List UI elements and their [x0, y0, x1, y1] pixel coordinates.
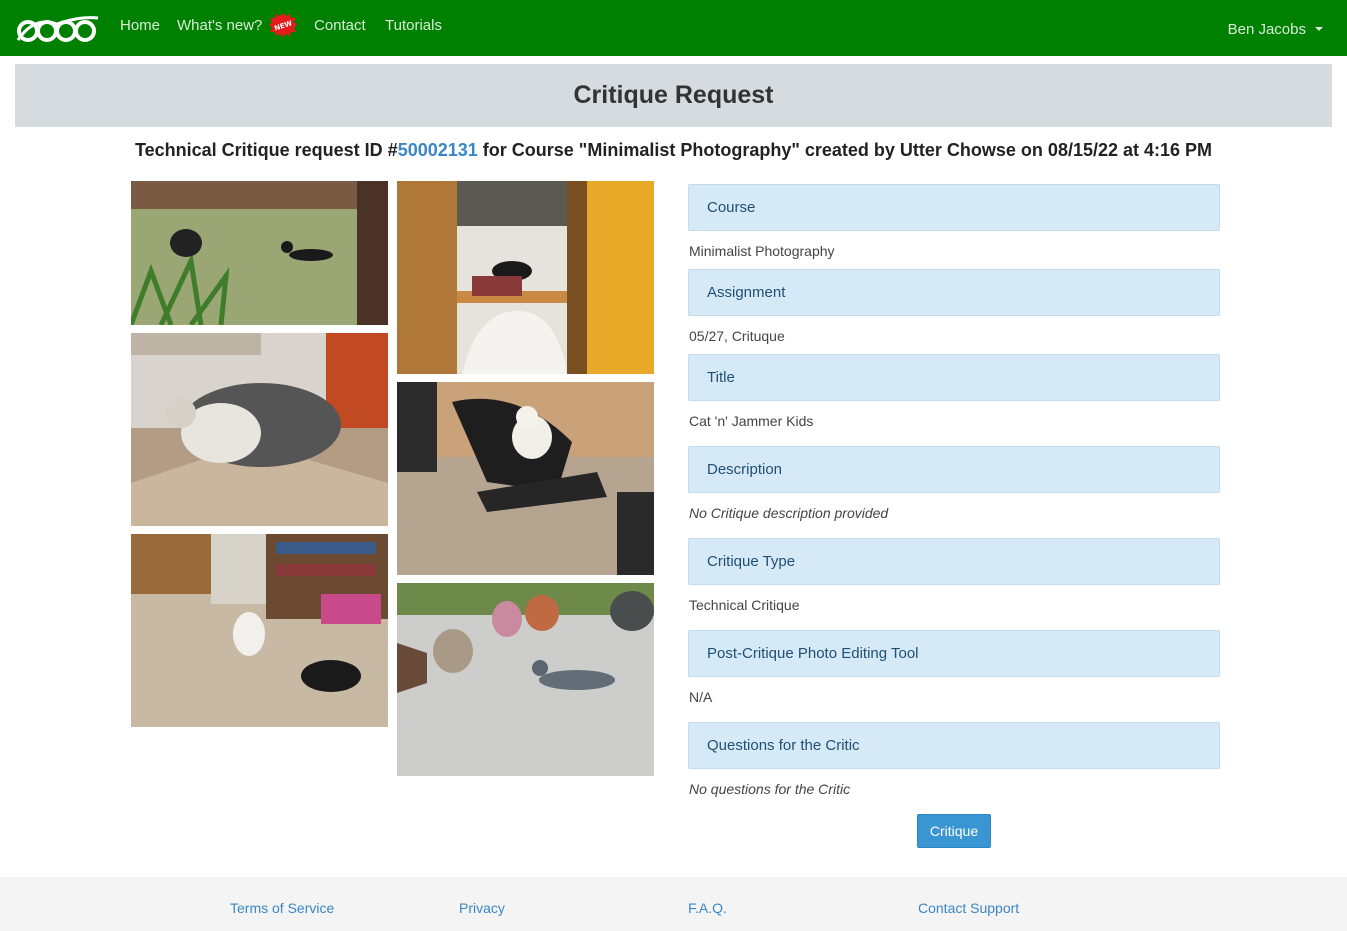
course-panel-heading: Course [688, 184, 1220, 231]
description-panel-heading: Description [688, 446, 1220, 493]
assignment-panel-heading: Assignment [688, 269, 1220, 316]
request-summary-prefix: Technical Critique request ID # [134, 140, 398, 160]
critique-button[interactable]: Critique [917, 814, 991, 848]
questions-value: No questions for the Critic [689, 781, 851, 797]
page-header-banner: Critique Request [15, 64, 1332, 127]
request-summary-suffix: for Course "Minimalist Photography" crea… [477, 140, 1213, 160]
nav-tutorials-link[interactable]: Tutorials [385, 17, 442, 34]
footer-privacy-link[interactable]: Privacy [459, 900, 505, 916]
editing-tool-panel-heading: Post-Critique Photo Editing Tool [688, 630, 1220, 677]
nav-contact-link[interactable]: Contact [314, 17, 366, 34]
caret-down-icon [1315, 27, 1323, 31]
request-summary: Technical Critique request ID #50002131 … [0, 140, 1347, 161]
top-navbar: Home What's new? NEW Contact Tutorials B… [0, 0, 1347, 56]
page-title: Critique Request [573, 81, 774, 109]
title-value: Cat 'n' Jammer Kids [689, 413, 814, 429]
page-footer: Terms of Service Privacy F.A.Q. Contact … [0, 877, 1347, 931]
assignment-value: 05/27, Crituque [689, 328, 785, 344]
editing-tool-value: N/A [689, 689, 713, 705]
critique-type-value: Technical Critique [689, 597, 800, 613]
new-badge-icon: NEW [269, 13, 297, 37]
footer-contact-support-link[interactable]: Contact Support [918, 900, 1019, 916]
critique-type-panel-heading: Critique Type [688, 538, 1220, 585]
request-id-link[interactable]: 50002131 [398, 140, 478, 160]
photo-cat-on-patio[interactable] [397, 583, 654, 776]
photo-cats-on-carpet[interactable] [131, 534, 388, 727]
footer-faq-link[interactable]: F.A.Q. [688, 900, 727, 916]
user-menu-dropdown[interactable]: Ben Jacobs [1228, 21, 1323, 38]
photo-cat-on-chair[interactable] [397, 382, 654, 575]
site-logo[interactable] [14, 14, 100, 44]
footer-terms-link[interactable]: Terms of Service [230, 900, 334, 916]
nav-home-link[interactable]: Home [120, 17, 160, 34]
course-value: Minimalist Photography [689, 243, 835, 259]
photo-cat-in-yard[interactable] [131, 181, 388, 325]
description-value: No Critique description provided [689, 505, 889, 521]
title-panel-heading: Title [688, 354, 1220, 401]
nav-whats-new-link[interactable]: What's new? [177, 17, 262, 34]
questions-panel-heading: Questions for the Critic [688, 722, 1220, 769]
photo-cat-sunlight[interactable] [131, 333, 388, 526]
photo-cat-in-closet[interactable] [397, 181, 654, 374]
user-name: Ben Jacobs [1227, 21, 1306, 38]
